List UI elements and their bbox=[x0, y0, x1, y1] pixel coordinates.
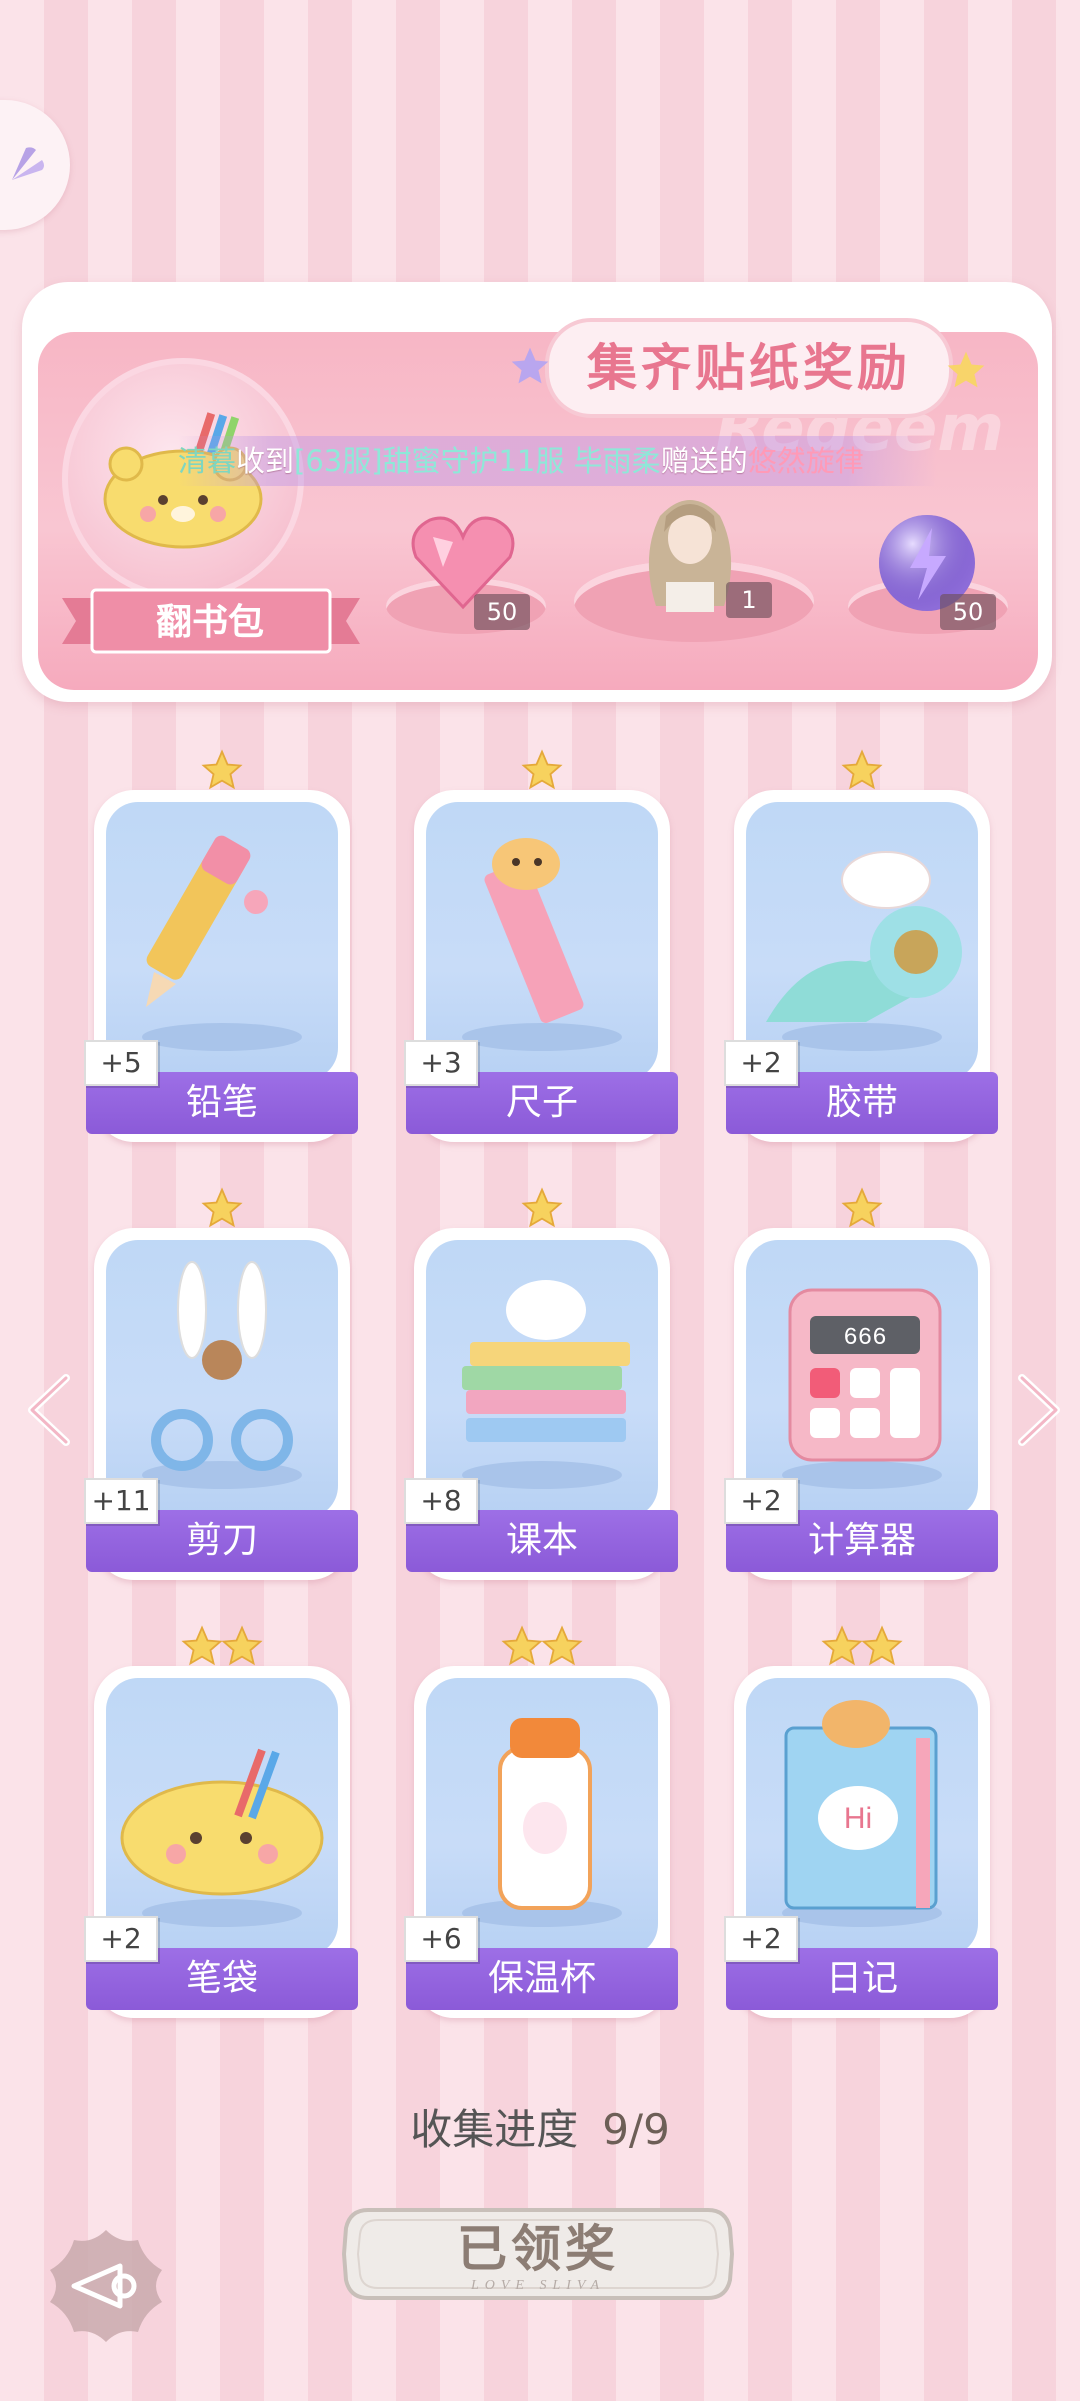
gold-star-icon bbox=[201, 1187, 243, 1228]
gold-star-icon bbox=[181, 1625, 223, 1666]
progress-label: 收集进度 bbox=[410, 2105, 579, 2154]
menu-fan-button[interactable] bbox=[0, 100, 70, 230]
gift-ticker: 清暮收到[63服]甜蜜守护11服 毕雨柔赠送的悠然旋律 bbox=[178, 436, 938, 486]
sticker-card[interactable]: 666 计算器 +2 bbox=[724, 1187, 998, 1580]
card-count-badge: +6 bbox=[404, 1916, 478, 1962]
card-count-badge: +11 bbox=[84, 1478, 158, 1524]
card-art-area bbox=[426, 1240, 658, 1518]
fan-icon bbox=[12, 147, 44, 180]
gold-star-icon bbox=[841, 1187, 883, 1228]
card-art-area: Hi bbox=[746, 1678, 978, 1956]
card-rating-stars bbox=[734, 1186, 990, 1240]
card-rating-stars bbox=[414, 1624, 670, 1678]
calculator-display: 666 bbox=[843, 1325, 886, 1352]
reward-count: 1 bbox=[726, 582, 772, 618]
card-count-badge: +5 bbox=[84, 1040, 158, 1086]
card-art-area: 666 bbox=[746, 1240, 978, 1518]
sticker-card[interactable]: Hi 日记 +2 bbox=[724, 1625, 998, 2018]
card-count-badge: +2 bbox=[724, 1478, 798, 1524]
sticker-card[interactable]: 胶带 +2 bbox=[724, 749, 998, 1142]
card-art-area bbox=[106, 1240, 338, 1518]
gold-star-icon bbox=[501, 1625, 543, 1666]
card-rating-stars bbox=[94, 748, 350, 802]
card-rating-stars bbox=[734, 1624, 990, 1678]
card-art-area bbox=[426, 802, 658, 1080]
card-rating-stars bbox=[414, 748, 670, 802]
card-rating-stars bbox=[94, 1624, 350, 1678]
sticker-card[interactable]: 铅笔 +5 bbox=[84, 749, 358, 1142]
card-art-area bbox=[106, 1678, 338, 1956]
claimed-button-subtitle: LOVE SLIVA bbox=[470, 2278, 605, 2293]
tape-icon bbox=[766, 851, 962, 1051]
next-page-arrow[interactable] bbox=[1008, 1370, 1068, 1450]
ticker-text: 收到 bbox=[236, 444, 295, 478]
progress-value: 9/9 bbox=[602, 2105, 670, 2154]
ticker-recipient: [63服]甜蜜守护11服 毕雨柔 bbox=[294, 444, 661, 478]
calculator-icon: 666 bbox=[782, 1288, 942, 1489]
gold-star-icon bbox=[521, 1187, 563, 1228]
sticker-card[interactable]: 课本 +8 bbox=[404, 1187, 678, 1580]
card-art-area bbox=[746, 802, 978, 1080]
card-count-badge: +2 bbox=[724, 1916, 798, 1962]
card-count-badge: +2 bbox=[724, 1040, 798, 1086]
scissors-icon bbox=[142, 1261, 302, 1489]
textbooks-icon bbox=[462, 1280, 630, 1489]
diary-bubble-text: Hi bbox=[844, 1802, 872, 1835]
gold-star-icon bbox=[821, 1625, 863, 1666]
gold-star-icon bbox=[221, 1625, 263, 1666]
ticker-sender: 清暮 bbox=[178, 444, 237, 478]
diary-icon: Hi bbox=[782, 1700, 942, 1927]
sticker-card[interactable]: 笔袋 +2 bbox=[84, 1625, 358, 2018]
card-rating-stars bbox=[94, 1186, 350, 1240]
thermos-icon bbox=[462, 1718, 622, 1927]
ticker-gift: 悠然旋律 bbox=[747, 444, 864, 478]
banner-title: 集齐贴纸奖励 bbox=[587, 339, 911, 397]
pencil-case-icon bbox=[120, 1748, 324, 1927]
card-rating-stars bbox=[734, 748, 990, 802]
sticker-card[interactable]: 剪刀 +11 bbox=[84, 1187, 358, 1580]
reward-count: 50 bbox=[474, 594, 530, 630]
ruler-icon bbox=[462, 838, 622, 1051]
gold-star-icon bbox=[861, 1625, 903, 1666]
sticker-card[interactable]: 保温杯 +6 bbox=[404, 1625, 678, 2018]
back-button[interactable] bbox=[46, 2226, 166, 2346]
gold-star-icon bbox=[521, 749, 563, 790]
card-art-area bbox=[106, 802, 338, 1080]
reward-count: 50 bbox=[940, 594, 996, 630]
card-art-area bbox=[426, 1678, 658, 1956]
card-count-badge: +8 bbox=[404, 1478, 478, 1524]
sticker-card[interactable]: 尺子 +3 bbox=[404, 749, 678, 1142]
gold-star-icon bbox=[841, 749, 883, 790]
gold-star-icon bbox=[201, 749, 243, 790]
card-count-badge: +2 bbox=[84, 1916, 158, 1962]
gold-star-icon bbox=[541, 1625, 583, 1666]
featured-reward-label: 翻书包 bbox=[155, 602, 264, 643]
card-count-badge: +3 bbox=[404, 1040, 478, 1086]
pencil-icon bbox=[142, 835, 302, 1051]
ticker-text: 赠送的 bbox=[660, 444, 748, 478]
prev-page-arrow[interactable] bbox=[20, 1370, 80, 1450]
card-rating-stars bbox=[414, 1186, 670, 1240]
collection-progress: 收集进度 9/9 bbox=[390, 2100, 690, 2160]
